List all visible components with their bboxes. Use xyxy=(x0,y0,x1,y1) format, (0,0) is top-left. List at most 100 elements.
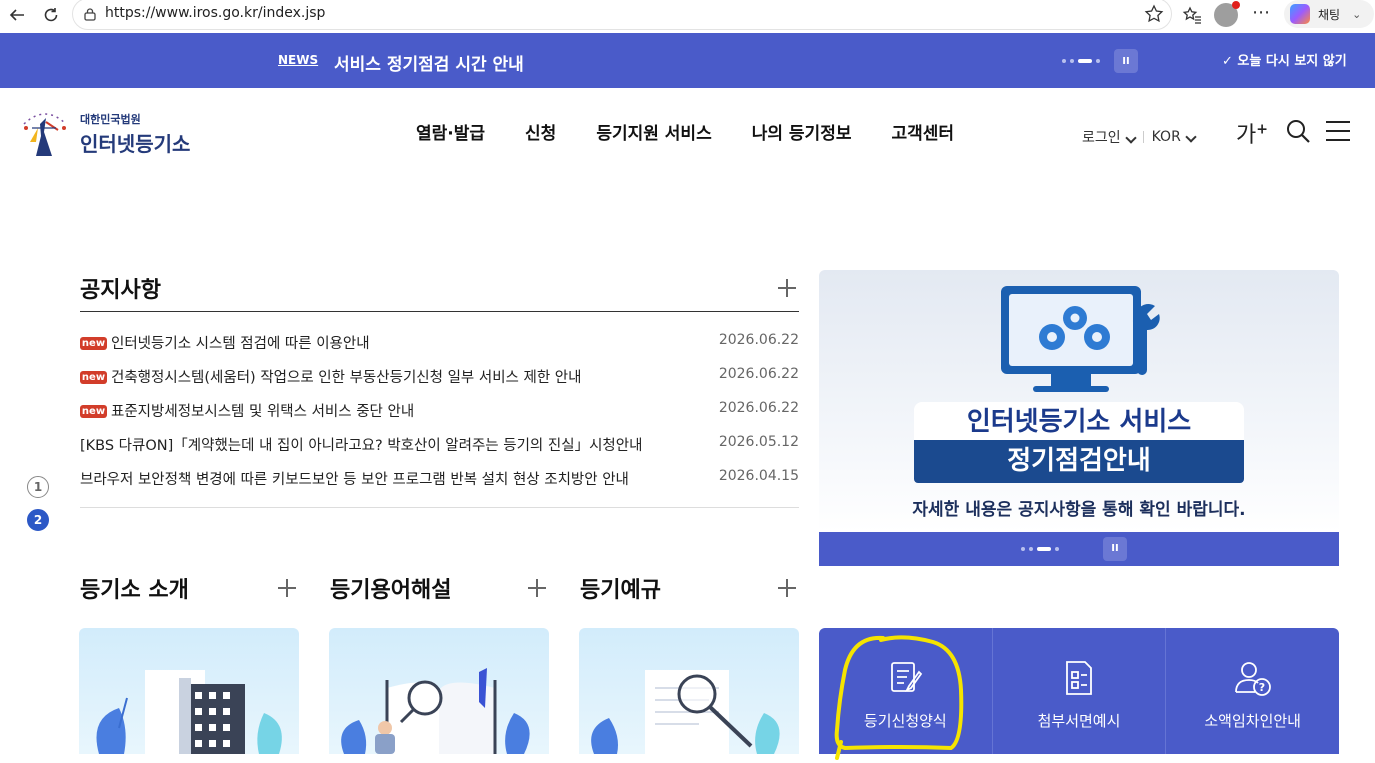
nav-item-support[interactable]: 등기지원 서비스 xyxy=(596,119,711,144)
divider xyxy=(1142,131,1144,143)
banner-line-2: 정기점검안내 xyxy=(914,440,1244,483)
chevron-down-icon: ⌄ xyxy=(1352,7,1362,21)
intro-card[interactable] xyxy=(79,628,299,754)
more-menu-icon[interactable]: ⋯ xyxy=(1252,2,1270,23)
copilot-button[interactable]: 채팅 ⌄ xyxy=(1284,0,1374,28)
notice-item-date: 2026.06.22 xyxy=(718,366,799,382)
monitor-gears-wrench-icon xyxy=(1001,286,1160,392)
hamburger-menu-icon[interactable] xyxy=(1326,121,1350,143)
notice-item-title: 표준지방세정보시스템 및 위택스 서비스 중단 안내 xyxy=(111,404,415,420)
divider xyxy=(80,507,799,508)
quick-link-small-tenant-guide[interactable]: ? 소액임차인안내 xyxy=(1166,628,1339,754)
nav-item-view-issue[interactable]: 열람·발급 xyxy=(416,119,485,144)
banner-dot[interactable] xyxy=(1055,547,1059,551)
page-1-button[interactable]: 1 xyxy=(27,476,49,498)
news-dot[interactable] xyxy=(1070,59,1074,63)
notice-item[interactable]: new 건축행정시스템(세움터) 작업으로 인한 부동산등기신청 일부 서비스 … xyxy=(80,362,799,396)
back-icon[interactable] xyxy=(2,0,32,30)
favorite-star-icon[interactable] xyxy=(1143,3,1165,25)
rules-card[interactable] xyxy=(579,628,799,754)
document-magnifier-illustration-icon xyxy=(591,670,780,754)
language-select[interactable]: KOR xyxy=(1151,129,1197,145)
notice-item-title: 인터넷등기소 시스템 점검에 따른 이용안내 xyxy=(111,336,370,352)
news-dot-active[interactable] xyxy=(1078,59,1092,63)
collections-icon[interactable] xyxy=(1180,3,1204,27)
profile-avatar[interactable] xyxy=(1214,1,1240,27)
address-bar[interactable]: https://www.iros.go.kr/index.jsp xyxy=(72,0,1172,30)
document-grid-icon xyxy=(1066,661,1092,695)
rules-more-plus-icon[interactable] xyxy=(778,579,796,597)
page-2-button[interactable]: 2 xyxy=(27,509,49,531)
news-pagination xyxy=(1062,59,1100,63)
banner-dot-active[interactable] xyxy=(1037,547,1051,551)
nav-item-customer-center[interactable]: 고객센터 xyxy=(891,119,954,144)
font-size-label: 가 xyxy=(1236,123,1257,148)
nav-item-apply[interactable]: 신청 xyxy=(525,119,556,144)
notice-item-title: [KBS 다큐ON]「계약했는데 내 집이 아니라고요? 박호산이 알려주는 등… xyxy=(80,438,643,454)
dont-show-today-label: 오늘 다시 보지 않기 xyxy=(1237,54,1347,69)
notice-item[interactable]: new 인터넷등기소 시스템 점검에 따른 이용안내 2026.06.22 xyxy=(80,328,799,362)
plus-icon: + xyxy=(1256,121,1268,138)
utility-menu: 로그인 KOR xyxy=(1082,127,1197,147)
nav-item-my-info[interactable]: 나의 등기정보 xyxy=(752,119,852,144)
quick-link-label: 첨부서면예시 xyxy=(1037,712,1121,730)
logo-subtitle: 대한민국법원 xyxy=(80,113,141,126)
lock-icon xyxy=(84,8,96,21)
notice-item-date: 2026.06.22 xyxy=(718,400,799,416)
person-question-icon: ? xyxy=(1234,662,1271,696)
banner-dot[interactable] xyxy=(1029,547,1033,551)
banner-dot[interactable] xyxy=(1021,547,1025,551)
login-label: 로그인 xyxy=(1082,130,1121,146)
banner-pagination xyxy=(1021,547,1059,551)
svg-text:?: ? xyxy=(1258,681,1264,694)
divider xyxy=(80,311,799,312)
quick-link-label: 소액임차인안내 xyxy=(1204,712,1301,730)
notice-more-plus-icon[interactable] xyxy=(778,279,796,297)
main-nav: 열람·발급 신청 등기지원 서비스 나의 등기정보 고객센터 xyxy=(416,119,994,144)
quick-links: 등기신청양식 첨부서면예시 ? 소액임차인안내 xyxy=(819,628,1339,754)
notice-item[interactable]: new 표준지방세정보시스템 및 위택스 서비스 중단 안내 2026.06.2… xyxy=(80,396,799,430)
login-link[interactable]: 로그인 xyxy=(1082,127,1137,147)
notice-item[interactable]: [KBS 다큐ON]「계약했는데 내 집이 아니라고요? 박호산이 알려주는 등… xyxy=(80,430,799,464)
new-badge: new xyxy=(80,371,107,384)
document-edit-icon xyxy=(891,662,923,693)
check-icon: ✓ xyxy=(1222,54,1238,69)
building-illustration-icon xyxy=(96,670,282,754)
maintenance-banner[interactable]: 인터넷등기소 서비스 정기점검안내 자세한 내용은 공지사항을 통해 확인 바랍… xyxy=(819,270,1339,532)
logo-title: 인터넷등기소 xyxy=(80,132,191,156)
terms-more-plus-icon[interactable] xyxy=(528,579,546,597)
news-dot[interactable] xyxy=(1096,59,1100,63)
notice-item-date: 2026.04.15 xyxy=(718,468,799,484)
notice-item-title: 건축행정시스템(세움터) 작업으로 인한 부동산등기신청 일부 서비스 제한 안… xyxy=(111,370,582,386)
quick-link-application-forms[interactable]: 등기신청양식 xyxy=(819,628,993,754)
section-title-rules: 등기예규 xyxy=(580,578,661,603)
notice-item-date: 2026.05.12 xyxy=(718,434,799,450)
search-icon[interactable] xyxy=(1286,119,1310,143)
copilot-icon xyxy=(1290,4,1310,24)
side-pagination: 1 2 xyxy=(27,476,49,542)
news-title[interactable]: 서비스 정기점검 시간 안내 xyxy=(334,50,524,75)
court-emblem-icon xyxy=(23,113,67,156)
reload-icon[interactable] xyxy=(36,0,66,30)
news-bar: NEWS 서비스 정기점검 시간 안내 II ✓ 오늘 다시 보지 않기 xyxy=(0,33,1375,88)
font-size-button[interactable]: 가+ xyxy=(1236,117,1268,149)
notice-item-title: 브라우저 보안정책 변경에 따른 키보드보안 등 보안 프로그램 반복 설치 현… xyxy=(80,472,629,488)
terms-card[interactable] xyxy=(329,628,549,754)
chevron-down-icon xyxy=(1185,131,1197,143)
browser-toolbar: https://www.iros.go.kr/index.jsp ⋯ 채팅 ⌄ xyxy=(0,0,1375,30)
banner-pause-button[interactable]: II xyxy=(1103,537,1127,561)
url-text: https://www.iros.go.kr/index.jsp xyxy=(105,5,326,21)
quick-link-attachment-examples[interactable]: 첨부서면예시 xyxy=(993,628,1167,754)
news-pause-button[interactable]: II xyxy=(1114,49,1138,73)
section-title-intro: 등기소 소개 xyxy=(80,578,189,603)
intro-more-plus-icon[interactable] xyxy=(278,579,296,597)
language-label: KOR xyxy=(1151,129,1181,145)
dont-show-today-button[interactable]: ✓ 오늘 다시 보지 않기 xyxy=(1222,50,1347,69)
notice-item[interactable]: 브라우저 보안정책 변경에 따른 키보드보안 등 보안 프로그램 반복 설치 현… xyxy=(80,464,799,498)
quick-link-label: 등기신청양식 xyxy=(863,712,947,730)
news-dot[interactable] xyxy=(1062,59,1066,63)
notice-title: 공지사항 xyxy=(80,278,161,303)
banner-line-3: 자세한 내용은 공지사항을 통해 확인 바랍니다. xyxy=(912,500,1246,520)
notification-dot xyxy=(1232,1,1240,9)
copilot-label: 채팅 xyxy=(1318,7,1341,22)
